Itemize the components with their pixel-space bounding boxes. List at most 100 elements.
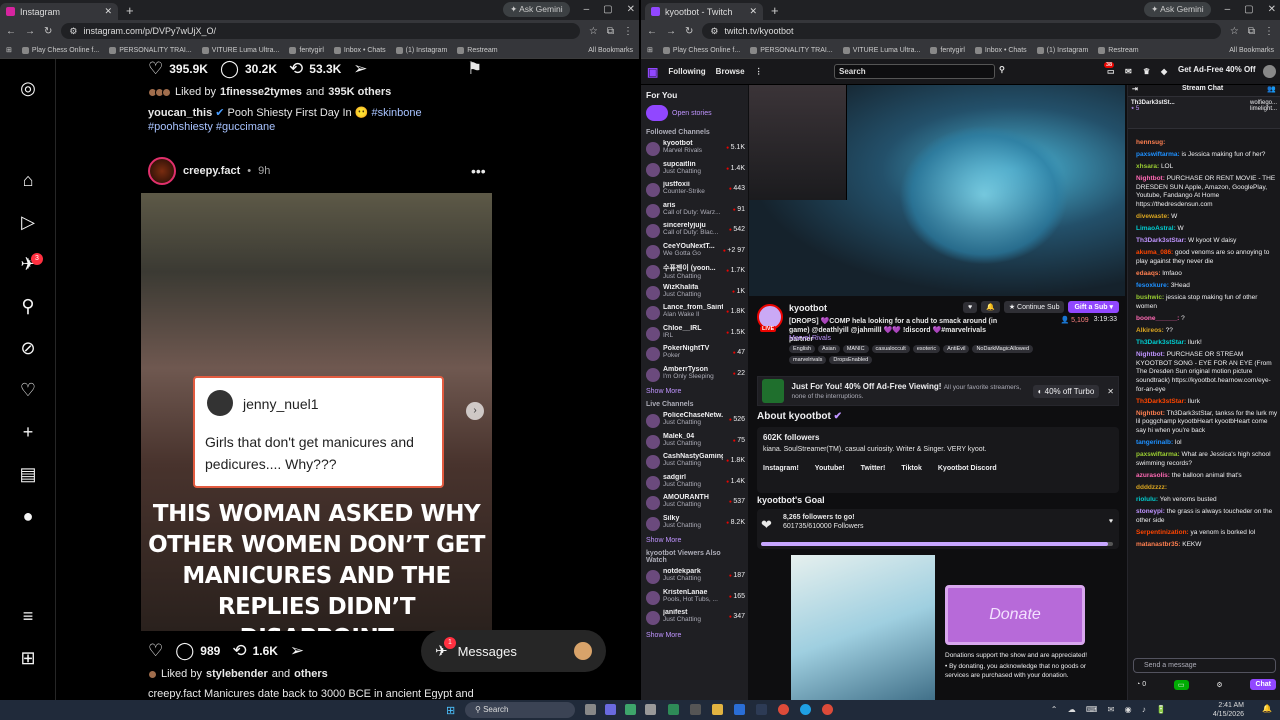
social-link[interactable]: Twitter!: [861, 465, 886, 472]
chat-username[interactable]: ddddzzzz:: [1136, 484, 1167, 491]
create-icon[interactable]: +: [17, 421, 39, 443]
also-from-meta-icon[interactable]: ⊞: [17, 647, 39, 669]
chrome-icon[interactable]: [778, 704, 789, 715]
bookmark-item[interactable]: fentygirl: [930, 46, 965, 54]
post-image[interactable]: jenny_nuel1 Girls that don't get manicur…: [141, 193, 492, 631]
stream-tag[interactable]: English: [789, 345, 816, 353]
channel-name[interactable]: kyootbot: [789, 303, 827, 313]
ask-gemini-button[interactable]: ✦ Ask Gemini: [503, 2, 570, 17]
turbo-button[interactable]: ◐ 40% off Turbo: [1032, 384, 1100, 398]
sidebar-channel-also[interactable]: janifestJust Chatting 347: [641, 609, 748, 630]
app-icon[interactable]: [668, 704, 679, 715]
chat-username[interactable]: Nightbot:: [1136, 410, 1165, 417]
chat-settings-icon[interactable]: ⚙: [1216, 681, 1222, 689]
heart-icon[interactable]: ♥: [1109, 518, 1113, 525]
url-field[interactable]: ⚙ instagram.com/p/DVPy7wUjX_O/: [61, 23, 580, 39]
bookmark-item[interactable]: Restream: [457, 46, 498, 54]
video-player[interactable]: [749, 85, 1125, 296]
social-link[interactable]: Tiktok: [901, 465, 922, 472]
bookmark-star-icon[interactable]: ☆: [589, 26, 598, 37]
repost-icon[interactable]: ⟲: [232, 641, 246, 661]
notification-bell-icon[interactable]: 🔔: [981, 301, 1000, 313]
sidebar-channel-also[interactable]: KristenLanaePools, Hot Tubs, ... 165: [641, 589, 748, 610]
reload-icon[interactable]: ↻: [685, 26, 693, 37]
inbox-icon[interactable]: ✉: [1125, 67, 1132, 76]
social-link[interactable]: Kyootbot Discord: [938, 465, 997, 472]
comment-icon[interactable]: ◯: [175, 641, 194, 661]
bookmark-item[interactable]: Restream: [1098, 46, 1139, 54]
liked-by-others[interactable]: 395K others: [328, 86, 391, 98]
menu-dots-icon[interactable]: ⋮: [623, 26, 633, 37]
chat-username[interactable]: divewaste:: [1136, 213, 1169, 220]
comment-icon[interactable]: ◯: [220, 59, 239, 79]
stream-tag[interactable]: AntiEvil: [943, 345, 970, 353]
chrome-icon[interactable]: [822, 704, 833, 715]
dashboard-icon[interactable]: ▤: [17, 463, 39, 485]
chat-input[interactable]: Send a message: [1133, 658, 1276, 673]
tab-instagram[interactable]: Instagram ✕: [0, 3, 118, 20]
extensions-icon[interactable]: ⧉: [607, 26, 614, 37]
bookmark-item[interactable]: (1) Instagram: [395, 46, 447, 54]
chat-users-icon[interactable]: 👥: [1267, 85, 1276, 93]
app-icon[interactable]: [625, 704, 636, 715]
share-icon[interactable]: ➢: [290, 641, 304, 661]
repost-icon[interactable]: ⟲: [289, 59, 303, 79]
edge-icon[interactable]: [800, 704, 811, 715]
collapse-chat-icon[interactable]: ⇥: [1132, 85, 1138, 93]
hashtag[interactable]: #skinbone: [371, 107, 421, 119]
social-link[interactable]: Youtube!: [815, 465, 845, 472]
chat-username[interactable]: bushwic:: [1136, 294, 1164, 301]
messages-button[interactable]: ✈ 1 Messages: [421, 630, 606, 672]
prime-crown-icon[interactable]: ♛: [1143, 67, 1150, 76]
nav-browse[interactable]: Browse: [716, 67, 745, 76]
task-view-icon[interactable]: [585, 704, 596, 715]
art-panel[interactable]: [791, 555, 935, 700]
app-icon[interactable]: [734, 704, 745, 715]
search-input[interactable]: Search: [834, 64, 995, 79]
maximize-icon[interactable]: ▢: [603, 4, 612, 15]
stream-tag[interactable]: MANIC: [842, 345, 869, 353]
close-icon[interactable]: ✕: [104, 6, 112, 17]
menu-dots-icon[interactable]: ⋮: [1264, 26, 1274, 37]
stream-tag[interactable]: casualoccult: [871, 345, 910, 353]
search-icon[interactable]: ⚲: [17, 295, 39, 317]
save-icon[interactable]: ⚑: [467, 59, 482, 79]
app-icon[interactable]: [605, 704, 616, 715]
stream-tag[interactable]: esoteric: [912, 345, 941, 353]
stream-tag[interactable]: DropsEnabled: [829, 356, 873, 364]
chat-username[interactable]: LimaoAstral:: [1136, 225, 1176, 232]
taskbar-search[interactable]: ⚲ Search: [465, 702, 575, 718]
site-info-icon[interactable]: ⚙: [69, 26, 77, 37]
forward-icon[interactable]: →: [25, 26, 35, 37]
show-more-followed[interactable]: Show More: [646, 388, 743, 395]
profile-avatar-icon[interactable]: ●: [17, 505, 39, 527]
close-window-icon[interactable]: ✕: [627, 4, 635, 15]
bookmark-item[interactable]: Inbox • Chats: [974, 46, 1027, 54]
post-options-icon[interactable]: •••: [471, 163, 486, 179]
steam-icon[interactable]: [756, 704, 767, 715]
sidebar-channel-followed[interactable]: CeeYOuNextT...We Gotta Go +2 97: [641, 243, 748, 264]
chat-username[interactable]: xhsara:: [1136, 163, 1159, 170]
all-bookmarks[interactable]: All Bookmarks: [1229, 47, 1274, 54]
bits-icon[interactable]: ◆: [1161, 67, 1167, 76]
stream-tag[interactable]: NoDarkMagicAllowed: [972, 345, 1034, 353]
sidebar-channel-followed[interactable]: sincerelyjujuCall of Duty: Blac... 542: [641, 222, 748, 243]
new-tab-icon[interactable]: +: [771, 3, 779, 18]
chat-username[interactable]: akuma_086:: [1136, 249, 1173, 256]
bookmark-item[interactable]: Play Chess Online f...: [662, 46, 740, 54]
chat-username[interactable]: azurasolis:: [1136, 472, 1170, 479]
share-icon[interactable]: ➢: [353, 59, 367, 79]
extensions-icon[interactable]: ⧉: [1248, 26, 1255, 37]
new-tab-icon[interactable]: +: [126, 3, 134, 18]
chat-username[interactable]: paxswiftarma:: [1136, 451, 1180, 458]
avatar[interactable]: [148, 157, 176, 185]
sidebar-channel-live[interactable]: CashNastyGamingJust Chatting 1.8K: [641, 453, 748, 474]
sidebar-channel-followed[interactable]: Chloe__IRLIRL 1.5K: [641, 325, 748, 346]
gift-sub-button[interactable]: Gift a Sub ▾: [1068, 301, 1119, 313]
chat-username[interactable]: boone______:: [1136, 315, 1179, 322]
like-icon[interactable]: ♡: [148, 641, 163, 661]
windows-start-icon[interactable]: ⊞: [446, 704, 455, 717]
chat-username[interactable]: fesoxkure:: [1136, 282, 1169, 289]
sidebar-channel-followed[interactable]: kyootbotMarvel Rivals 5.1K: [641, 140, 748, 161]
chat-username[interactable]: matanastbr35:: [1136, 541, 1180, 548]
